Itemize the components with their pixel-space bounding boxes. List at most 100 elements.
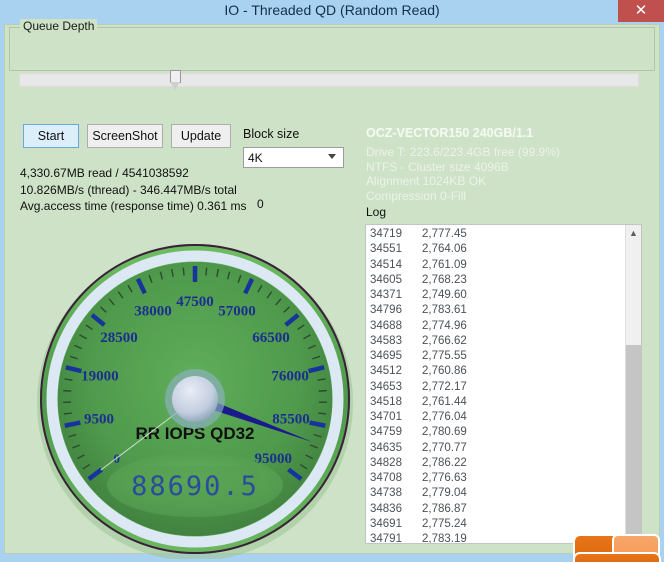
gauge-major-tick <box>309 420 326 428</box>
block-size-label: Block size <box>243 127 300 141</box>
log-iops-cell: 34701 <box>370 411 402 423</box>
chevron-down-icon <box>328 154 337 163</box>
log-iops-cell: 34512 <box>370 365 402 378</box>
log-iops-cell: 34738 <box>370 487 402 500</box>
gauge-tick-label: 57000 <box>218 303 256 319</box>
log-mbps-cell: 2,775.55 <box>422 350 467 362</box>
log-row: 34738 2,779.04 <box>370 486 476 501</box>
gauge-tick-label: 85500 <box>272 412 310 428</box>
log-row: 34653 2,772.17 <box>370 380 476 395</box>
log-mbps-cell: 2,761.09 <box>422 258 467 271</box>
gauge-minor-tick <box>318 412 327 415</box>
log-scrollbar[interactable]: ▲ <box>625 225 641 543</box>
stats-line-access-time: Avg.access time (response time) 0.361 ms <box>20 199 247 213</box>
block-size-select[interactable]: 4K <box>243 147 344 168</box>
client-area: Queue Depth Start ScreenShot Update Bloc… <box>4 19 661 562</box>
log-row: 34518 2,761.44 <box>370 395 476 410</box>
gauge-tick-label: 19000 <box>81 369 119 385</box>
log-mbps-cell: 2,772.17 <box>422 380 467 393</box>
block-size-value: 4K <box>248 151 263 165</box>
gauge-svg: 0950019000285003800047500570006650076000… <box>37 244 353 559</box>
log-mbps-cell: 2,774.96 <box>422 319 467 332</box>
log-row: 34828 2,786.22 <box>370 456 476 471</box>
log-iops-cell: 34518 <box>370 395 402 408</box>
log-iops-cell: 34514 <box>370 258 402 271</box>
log-iops-cell: 34708 <box>370 472 402 484</box>
drive-compression-line: Compression 0-Fill <box>366 188 467 203</box>
log-row: 34701 2,776.04 <box>370 410 476 425</box>
log-row: 34605 2,768.23 <box>370 273 476 288</box>
log-iops-cell: 34551 <box>370 243 402 256</box>
log-row: 34708 2,776.63 <box>370 471 476 486</box>
stats-line-throughput: 10.826MB/s (thread) - 346.447MB/s total <box>20 182 237 197</box>
log-row: 34688 2,774.96 <box>370 319 476 334</box>
log-iops-cell: 34653 <box>370 380 402 393</box>
stats-line-read: 4,330.67MB read / 4541038592 <box>20 166 189 180</box>
log-mbps-cell: 2,766.62 <box>422 334 467 347</box>
queue-depth-slider-thumb[interactable] <box>170 70 181 91</box>
window-title: IO - Threaded QD (Random Read) <box>224 2 440 18</box>
queue-depth-label: Queue Depth <box>20 19 98 33</box>
log-row: 34719 2,777.45 <box>370 227 476 242</box>
close-button[interactable]: ✕ <box>618 0 664 22</box>
log-mbps-cell: 2,761.44 <box>422 395 467 408</box>
log-row: 34512 2,760.86 <box>370 364 476 379</box>
gauge-tick-label: 38000 <box>134 303 172 319</box>
queue-depth-group: Queue Depth <box>9 19 655 71</box>
scroll-up-icon[interactable]: ▲ <box>626 225 641 242</box>
gauge-minor-tick <box>63 389 72 392</box>
log-row: 34514 2,761.09 <box>370 258 476 273</box>
app-window: IO - Threaded QD (Random Read) ✕ Queue D… <box>0 0 664 562</box>
log-rows-container: 34719 2,777.45 34551 2,764.06 34514 2,761.09 3… <box>370 227 476 544</box>
log-row: 34791 2,783.19 <box>370 532 476 544</box>
gauge-minor-tick <box>182 267 185 276</box>
log-iops-cell: 34828 <box>370 456 402 469</box>
gauge-tick-label: 28500 <box>100 330 138 346</box>
gauge-tick-label: 76000 <box>271 369 309 385</box>
queue-depth-slider-track[interactable] <box>19 73 639 87</box>
log-mbps-cell: 2,749.60 <box>422 289 467 301</box>
log-mbps-cell: 2,764.06 <box>422 243 467 256</box>
lcd-value: 88690.5 <box>131 471 259 502</box>
log-mbps-cell: 2,786.87 <box>422 502 467 515</box>
update-button[interactable]: Update <box>171 124 231 148</box>
iops-gauge: 0950019000285003800047500570006650076000… <box>27 223 363 559</box>
log-mbps-cell: 2,783.19 <box>422 533 467 544</box>
gauge-major-tick <box>64 420 81 428</box>
log-mbps-cell: 2,776.04 <box>422 411 467 423</box>
log-label: Log <box>366 205 387 219</box>
log-mbps-cell: 2,776.63 <box>422 472 467 484</box>
gauge-minor-tick <box>63 412 72 415</box>
brand-logo <box>571 523 664 562</box>
scrollbar-thumb[interactable] <box>626 345 641 543</box>
log-iops-cell: 34583 <box>370 334 402 347</box>
gauge-tick-label: 47500 <box>176 294 214 310</box>
log-iops-cell: 34791 <box>370 533 402 544</box>
gauge-tick-label: 66500 <box>252 330 290 346</box>
log-row: 34759 2,780.69 <box>370 425 476 440</box>
log-iops-cell: 34719 <box>370 228 402 240</box>
start-button[interactable]: Start <box>23 124 79 148</box>
log-mbps-cell: 2,783.61 <box>422 304 467 317</box>
drive-info-block: Drive T: 223.6/223.4GB free (99.9%) NTFS… <box>366 145 560 203</box>
log-mbps-cell: 2,760.86 <box>422 365 467 378</box>
brand-logo-svg <box>573 534 661 562</box>
drive-filesystem-line: NTFS - Cluster size 4096B <box>366 159 509 174</box>
gauge-tick-label: 9500 <box>84 412 114 428</box>
log-iops-cell: 34605 <box>370 273 402 286</box>
log-mbps-cell: 2,777.45 <box>422 228 467 240</box>
log-row: 34796 2,783.61 <box>370 303 476 318</box>
log-mbps-cell: 2,786.22 <box>422 456 467 469</box>
log-row: 34371 2,749.60 <box>370 288 476 303</box>
screenshot-button[interactable]: ScreenShot <box>87 124 163 148</box>
stats-block: 4,330.67MB read / 4541038592 10.826MB/s … <box>20 165 247 215</box>
log-iops-cell: 34635 <box>370 441 402 454</box>
log-row: 34695 2,775.55 <box>370 349 476 364</box>
log-list[interactable]: 34719 2,777.45 34551 2,764.06 34514 2,761.09 3… <box>365 224 642 544</box>
title-bar: IO - Threaded QD (Random Read) ✕ <box>0 0 664 24</box>
log-mbps-cell: 2,779.04 <box>422 487 467 500</box>
log-row: 34635 2,770.77 <box>370 441 476 456</box>
log-iops-cell: 34796 <box>370 304 402 317</box>
log-mbps-cell: 2,768.23 <box>422 273 467 286</box>
log-row: 34551 2,764.06 <box>370 242 476 257</box>
